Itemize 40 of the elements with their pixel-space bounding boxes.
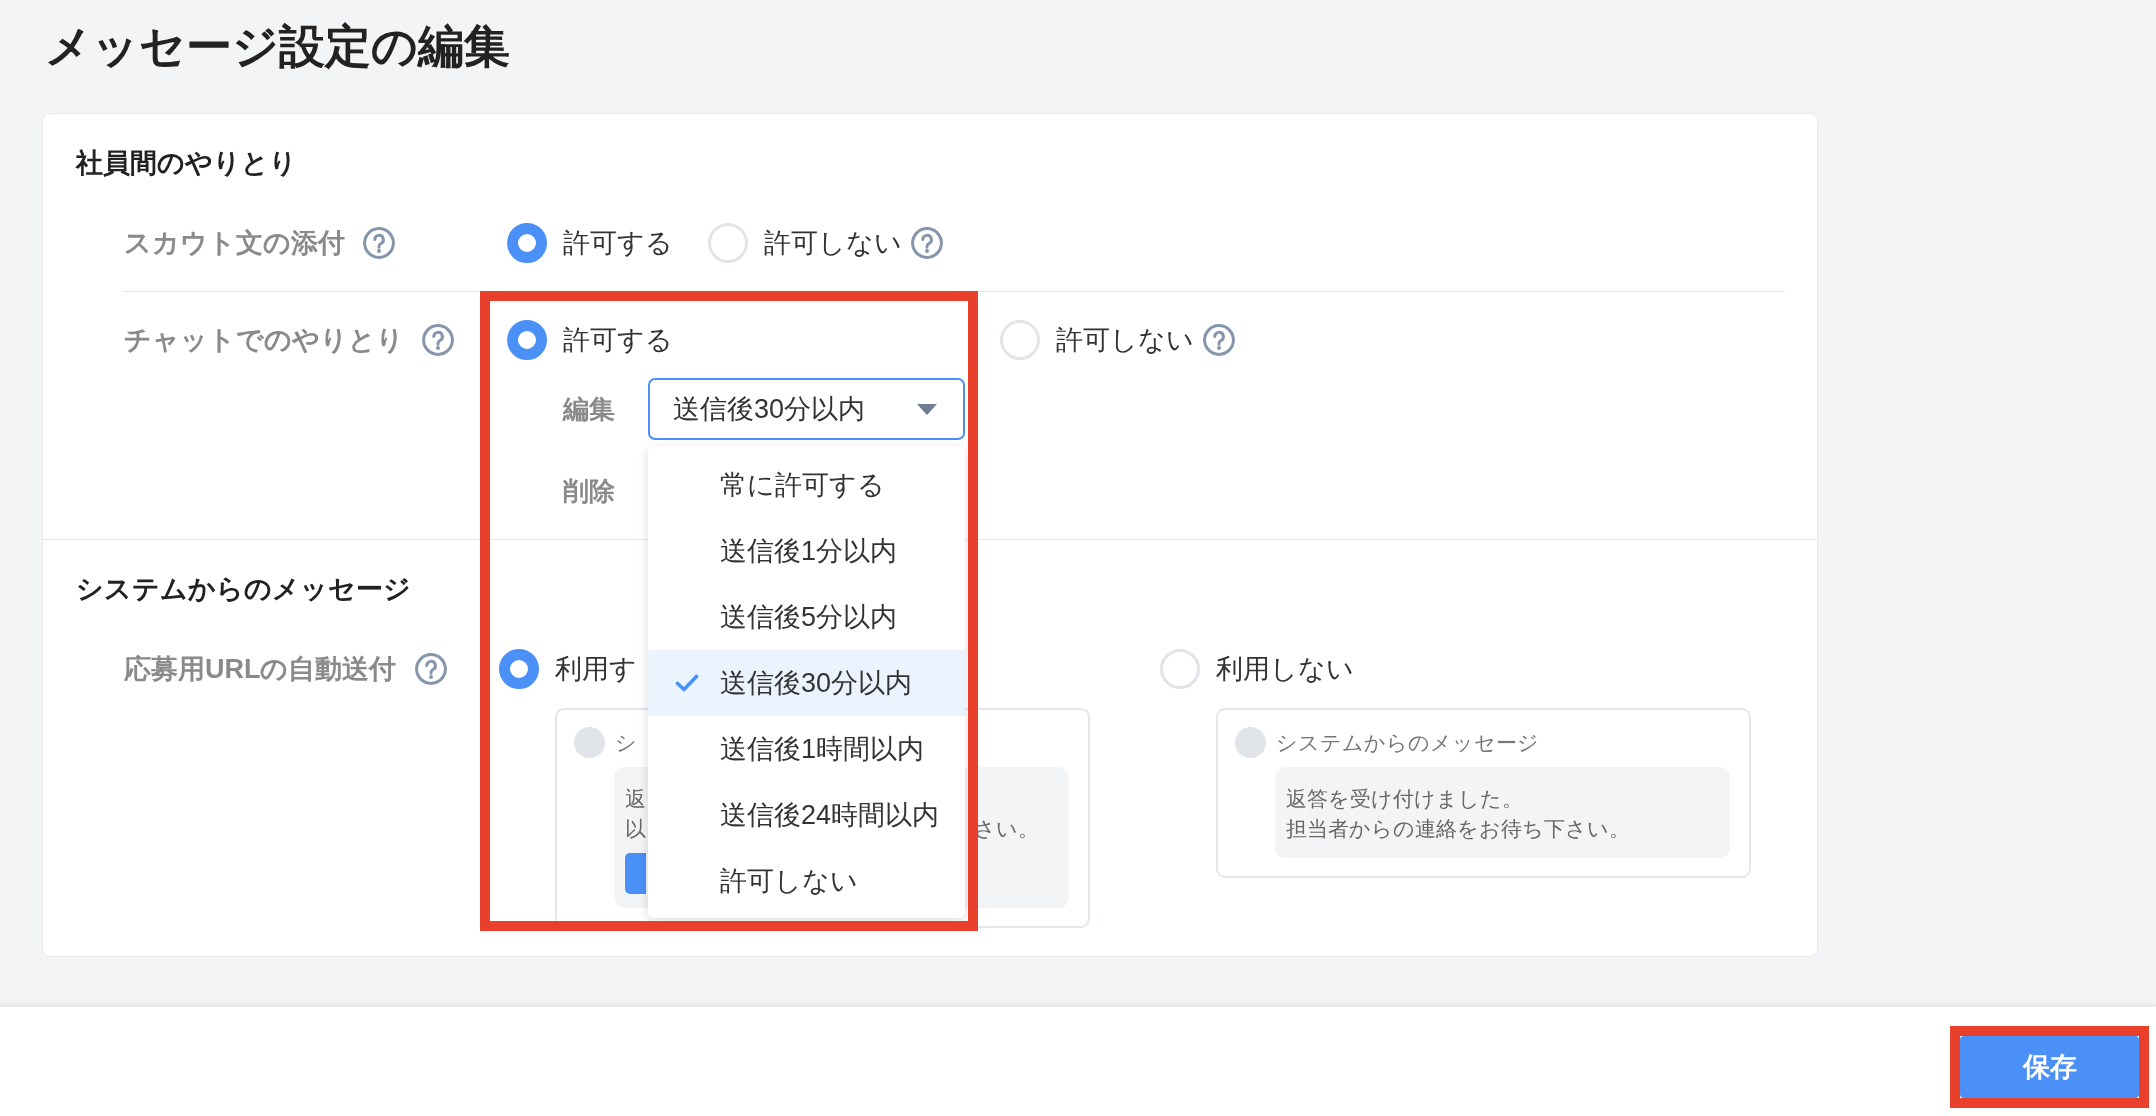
section-heading: システムからのメッセージ	[76, 573, 412, 606]
message-text: 返答を受け付けました。	[1286, 786, 1523, 812]
radio-label: 利用す	[555, 653, 637, 686]
radio-button[interactable]	[499, 649, 539, 689]
radio-button[interactable]	[507, 223, 547, 263]
dropdown-option[interactable]: 送信後1時間以内	[648, 716, 965, 782]
help-icon[interactable]	[414, 653, 447, 685]
sender-name: システムからのメッセージ	[1276, 729, 1539, 756]
radio-label: 許可しない	[1056, 324, 1194, 357]
dropdown-option[interactable]: 許可しない	[648, 848, 965, 914]
dropdown-option[interactable]: 送信後30分以内	[648, 650, 965, 716]
dropdown-option[interactable]: 常に許可する	[648, 452, 965, 518]
help-icon[interactable]	[1203, 324, 1235, 356]
sender-name: シ	[615, 729, 637, 756]
dropdown-option[interactable]: 送信後5分以内	[648, 584, 965, 650]
radio-label: 許可する	[563, 227, 673, 260]
select-field[interactable]: 送信後30分以内	[648, 378, 965, 440]
dropdown-option[interactable]: 送信後1分以内	[648, 518, 965, 584]
row-label: スカウト文の添付	[124, 227, 345, 260]
dropdown-option[interactable]: 送信後24時間以内	[648, 782, 965, 848]
setting-label: 削除	[563, 475, 616, 508]
radio-label: 利用しない	[1216, 653, 1354, 686]
help-icon[interactable]	[363, 227, 395, 259]
avatar-icon	[1235, 727, 1266, 758]
radio-label: 許可する	[563, 324, 673, 357]
message-text: 以	[625, 816, 646, 842]
row-label: 応募用URLの自動送付	[124, 653, 397, 686]
help-icon[interactable]	[911, 227, 943, 259]
setting-label: 編集	[563, 393, 616, 426]
radio-label: 許可しない	[764, 227, 902, 260]
check-icon	[675, 674, 699, 692]
message-text: 返	[625, 786, 646, 812]
avatar-icon	[574, 727, 605, 758]
help-icon[interactable]	[422, 324, 454, 356]
page-title: メッセージ設定の編集	[45, 19, 511, 74]
row-label: チャットでのやりとり	[124, 324, 404, 357]
radio-button[interactable]	[507, 320, 547, 360]
message-text: 担当者からの連絡をお待ち下さい。	[1286, 816, 1630, 842]
caret-icon	[917, 403, 937, 415]
section-heading: 社員間のやりとり	[76, 147, 298, 180]
